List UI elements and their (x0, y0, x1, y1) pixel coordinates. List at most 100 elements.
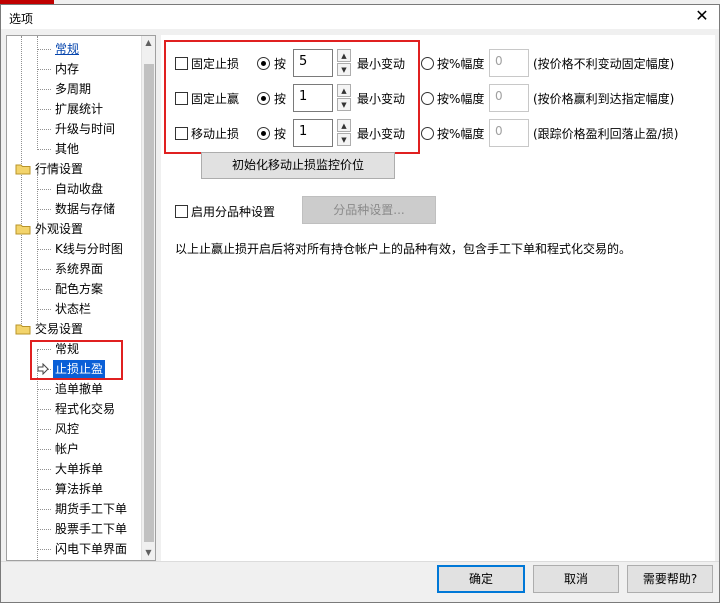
ticks-spinner[interactable]: ▲ ▼ (337, 49, 351, 77)
ticks-input[interactable]: 1 (293, 119, 333, 147)
tree-item[interactable]: 扩展统计 (55, 100, 103, 118)
tree-branch-line (37, 269, 51, 270)
dialog-title: 选项 (9, 12, 34, 26)
folder-icon (15, 324, 31, 335)
tree-item[interactable]: 期货手工下单 (55, 500, 127, 518)
percent-input[interactable]: 0 (489, 84, 529, 112)
settings-tree-panel: 常规内存多周期扩展统计升级与时间其他行情设置自动收盘数据与存储外观设置 K线与分时… (6, 35, 156, 561)
tree-item[interactable]: 其他 (55, 140, 79, 158)
ticks-spinner[interactable]: ▲ ▼ (337, 84, 351, 112)
spin-down-icon[interactable]: ▼ (337, 63, 351, 76)
tree-group[interactable]: 外观设置 (35, 220, 83, 238)
spin-down-icon[interactable]: ▼ (337, 133, 351, 146)
stop-row-checkbox[interactable] (175, 127, 188, 140)
help-button[interactable]: 需要帮助? (627, 565, 713, 593)
folder-icon (15, 164, 31, 175)
tree-item[interactable]: 常规 (55, 40, 79, 58)
stop-row-label: 固定止损 (191, 57, 240, 71)
tree-branch-line (37, 129, 51, 130)
tree-item[interactable]: 配色方案 (55, 280, 103, 298)
tree-item[interactable]: 系统界面 (55, 260, 103, 278)
tree-item[interactable]: 风控 (55, 420, 79, 438)
stop-row-label: 固定止赢 (191, 92, 240, 106)
by-percent-radio[interactable] (421, 92, 434, 105)
stop-row-label: 移动止损 (191, 127, 240, 141)
tree-branch-line (37, 209, 51, 210)
ticks-spinner[interactable]: ▲ ▼ (337, 119, 351, 147)
spin-up-icon[interactable]: ▲ (337, 49, 351, 62)
stop-row-checkbox[interactable] (175, 92, 188, 105)
tree-group[interactable]: 行情设置 (35, 160, 83, 178)
by-min-change-radio[interactable] (257, 57, 270, 70)
highlight-box-selected-item (30, 340, 123, 380)
tree-item[interactable]: 大单拆单 (55, 460, 103, 478)
percent-label: 按%幅度 (437, 57, 485, 71)
spin-up-icon[interactable]: ▲ (337, 119, 351, 132)
scroll-thumb[interactable] (144, 64, 154, 542)
tree-item[interactable]: 帐户 (55, 440, 79, 458)
per-variety-settings-button[interactable]: 分品种设置... (302, 196, 436, 224)
scroll-down-icon[interactable]: ▼ (142, 546, 155, 560)
footer-divider (1, 561, 719, 562)
tree-item[interactable]: 多周期 (55, 80, 91, 98)
tree-item[interactable]: 股票手工下单 (55, 520, 127, 538)
stop-row-hint: (按价格不利变动固定幅度) (533, 57, 675, 71)
tree-branch-line (37, 89, 51, 90)
tree-guide-line (37, 350, 38, 560)
stop-row-hint: (按价格赢利到达指定幅度) (533, 92, 675, 106)
tree-item[interactable]: 内存 (55, 60, 79, 78)
by-min-change-radio[interactable] (257, 127, 270, 140)
spin-up-icon[interactable]: ▲ (337, 84, 351, 97)
folder-icon (15, 224, 31, 235)
tree-branch-line (37, 409, 51, 410)
tree-scrollbar[interactable]: ▲ ▼ (141, 36, 155, 560)
min-change-label: 最小变动 (357, 127, 406, 141)
tree-branch-line (37, 529, 51, 530)
tree-branch-line (37, 69, 51, 70)
stop-row-hint: (跟踪价格盈利回落止盈/损) (533, 127, 679, 141)
close-icon[interactable]: ✕ (693, 7, 711, 25)
tree-item[interactable]: 程式化交易 (55, 400, 115, 418)
stop-settings-note: 以上止赢止损开启后将对所有持仓帐户上的品种有效，包含手工下单和程式化交易的。 (175, 242, 632, 256)
tree-branch-line (37, 469, 51, 470)
init-trailing-stop-button[interactable]: 初始化移动止损监控价位 (201, 152, 395, 179)
tree-branch-line (37, 149, 51, 150)
percent-label: 按%幅度 (437, 92, 485, 106)
tree-item[interactable]: 闪电下单界面 (55, 540, 127, 558)
tree-branch-line (37, 389, 51, 390)
tree-group[interactable]: 交易设置 (35, 320, 83, 338)
tree-item[interactable]: 自动收盘 (55, 180, 103, 198)
tree-branch-line (37, 549, 51, 550)
ticks-input[interactable]: 1 (293, 84, 333, 112)
stop-loss-settings-panel: 固定止损按 5 ▲ ▼ 最小变动 按%幅度 0 (按价格不利变动固定幅度) 固定止赢按 1 ▲ ▼ 最小… (161, 35, 715, 561)
tree-branch-line (37, 489, 51, 490)
tree-branch-line (37, 289, 51, 290)
stop-row-checkbox[interactable] (175, 57, 188, 70)
tree-item[interactable]: 升级与时间 (55, 120, 115, 138)
tree-branch-line (37, 49, 51, 50)
percent-input[interactable]: 0 (489, 49, 529, 77)
ok-button[interactable]: 确定 (437, 565, 525, 593)
tree-branch-line (37, 449, 51, 450)
tree-item[interactable]: 数据与存储 (55, 200, 115, 218)
per-variety-checkbox[interactable] (175, 205, 188, 218)
tree-item[interactable]: 状态栏 (55, 300, 91, 318)
tree-item[interactable]: K线与分时图 (55, 240, 123, 258)
tree-item[interactable]: 追单撤单 (55, 380, 103, 398)
scroll-up-icon[interactable]: ▲ (142, 36, 155, 50)
by-percent-radio[interactable] (421, 127, 434, 140)
tree-item[interactable]: 算法拆单 (55, 480, 103, 498)
spin-down-icon[interactable]: ▼ (337, 98, 351, 111)
percent-input[interactable]: 0 (489, 119, 529, 147)
tree-branch-line (37, 189, 51, 190)
ticks-input[interactable]: 5 (293, 49, 333, 77)
by-min-change-radio[interactable] (257, 92, 270, 105)
percent-label: 按%幅度 (437, 127, 485, 141)
tree-guide-line (37, 36, 38, 150)
cancel-button[interactable]: 取消 (533, 565, 619, 593)
by-percent-radio[interactable] (421, 57, 434, 70)
tree-branch-line (37, 509, 51, 510)
options-dialog: 选项 ✕ 常规内存多周期扩展统计升级与时间其他行情设置自动收盘数据与存储外观设置… (0, 4, 720, 603)
title-bar: 选项 ✕ (1, 5, 719, 29)
tree-branch-line (37, 109, 51, 110)
